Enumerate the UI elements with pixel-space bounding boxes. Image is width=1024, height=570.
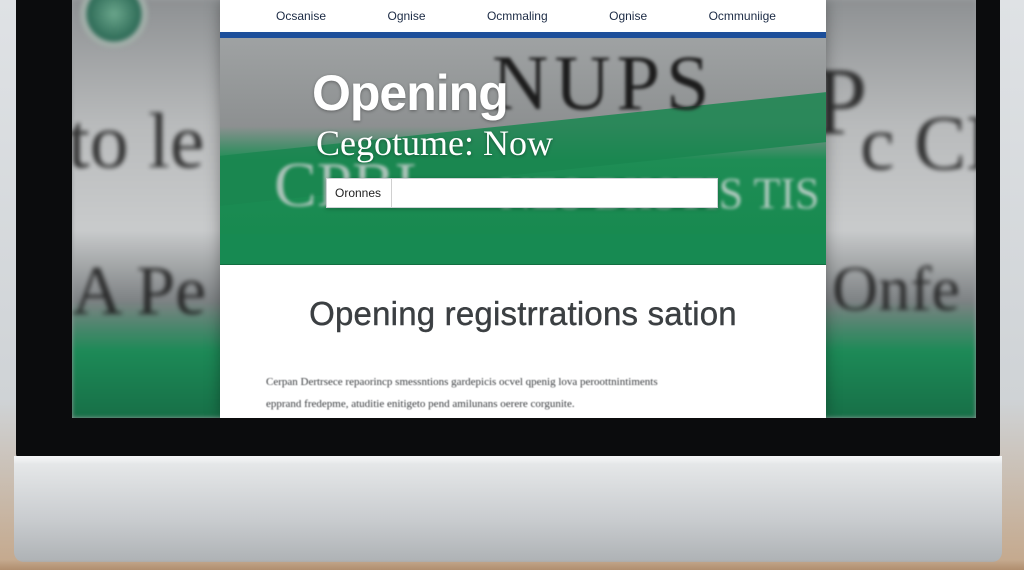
backdrop-text-right-mid: c CE	[860, 99, 976, 186]
content-title: Opening registrrations sation	[309, 295, 737, 332]
nav-item-3[interactable]: Ocmmaling	[487, 9, 548, 23]
desk-surface	[0, 560, 1024, 570]
hero-title: Opening	[312, 65, 509, 121]
nav-item-4[interactable]: Ognise	[609, 9, 647, 23]
green-divider-strip	[220, 234, 826, 265]
content-section: Opening registrrations sation Cerpan Der…	[220, 265, 826, 415]
nav-item-5[interactable]: Ocmmuniige	[709, 9, 776, 23]
nav-item-2[interactable]: Ognise	[387, 9, 425, 23]
nav-item-1[interactable]: Ocsanise	[276, 9, 326, 23]
photo-scene: to le A Pe CP c CE Onfe Ocsanise Ognise …	[0, 0, 1024, 570]
backdrop-text-left-bottom: A Pe	[72, 253, 207, 330]
top-navigation: Ocsanise Ognise Ocmmaling Ognise Ocmmuni…	[220, 0, 826, 38]
hero-banner: NUPS CPBL NES BIISTIS TIS CL Opening Ceg…	[220, 38, 826, 234]
monitor-chin	[14, 456, 1002, 562]
backdrop-text-left-top: to le	[72, 97, 205, 184]
search-input[interactable]	[392, 179, 717, 207]
website-page: Ocsanise Ognise Ocmmaling Ognise Ocmmuni…	[220, 0, 826, 418]
hero-sign-text-top: NUPS	[492, 39, 716, 126]
search-bar: Oronnes	[326, 178, 718, 208]
search-button[interactable]: Oronnes	[327, 179, 393, 207]
backdrop-text-right-bottom: Onfe	[832, 253, 960, 324]
monitor-screen: to le A Pe CP c CE Onfe Ocsanise Ognise …	[72, 0, 976, 418]
hero-subtitle: Cegotume: Now	[316, 123, 553, 163]
monitor-bezel: to le A Pe CP c CE Onfe Ocsanise Ognise …	[16, 0, 1000, 458]
chin-highlight	[14, 456, 1002, 464]
content-body: Cerpan Dertrsece repaorincp smessntions …	[266, 371, 780, 415]
content-body-line-2: epprand fredepme, atuditie enitigeto pen…	[266, 398, 575, 410]
content-body-line-1: Cerpan Dertrsece repaorincp smessntions …	[266, 376, 658, 388]
